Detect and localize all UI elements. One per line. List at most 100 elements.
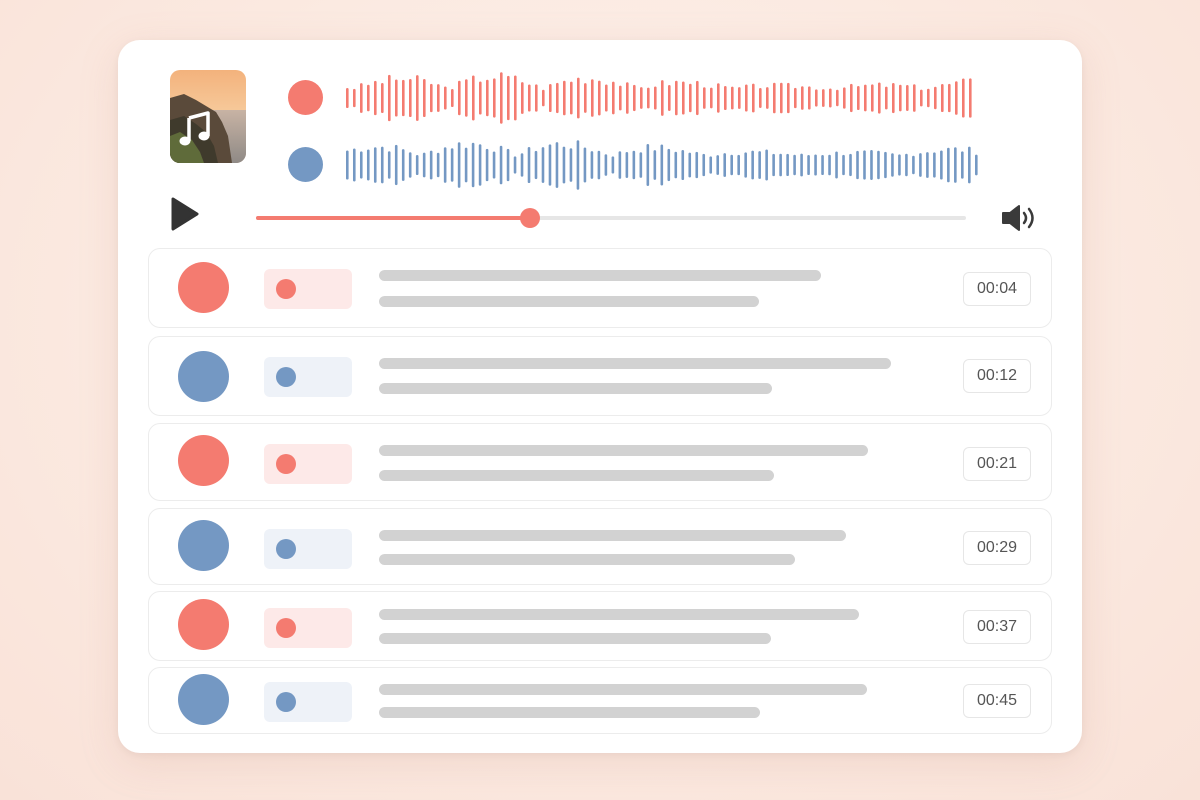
waveform-bar	[962, 78, 965, 118]
waveform-bar	[696, 80, 699, 116]
waveform-bar	[443, 147, 447, 183]
waveform-bar	[430, 83, 433, 113]
waveform-bar	[458, 80, 461, 116]
volume-icon	[1002, 205, 1034, 231]
waveform-bar	[843, 87, 846, 109]
waveform-bar	[429, 150, 433, 180]
speaker-a-waveform	[346, 72, 972, 124]
waveform-bar	[759, 88, 762, 108]
waveform-bar	[822, 89, 825, 107]
speaker-chip[interactable]	[264, 444, 352, 484]
transcript-row[interactable]: 00:29	[148, 508, 1052, 585]
waveform-bar	[562, 146, 566, 184]
waveform-bar	[563, 80, 566, 116]
speaker-chip-dot	[276, 367, 296, 387]
text-placeholder-line	[379, 296, 759, 307]
waveform-bar	[346, 88, 349, 108]
progress-handle[interactable]	[520, 208, 541, 228]
progress-slider[interactable]	[256, 208, 966, 228]
speaker-chip-dot	[276, 279, 296, 299]
waveform-bar	[584, 83, 587, 113]
waveform-bar	[604, 154, 608, 176]
waveform-bar	[444, 86, 447, 110]
timestamp-badge[interactable]: 00:45	[963, 684, 1031, 718]
waveform-bar	[829, 88, 832, 108]
waveform-bar	[835, 151, 838, 179]
waveform-bar	[646, 144, 650, 186]
waveform-bar	[682, 81, 685, 115]
transcript-row[interactable]: 00:04	[148, 248, 1052, 328]
waveform-bar	[975, 154, 978, 176]
waveform-bar	[786, 153, 789, 177]
transcript-row[interactable]: 00:12	[148, 336, 1052, 416]
waveform-bar	[457, 142, 461, 188]
transcript-row[interactable]: 00:37	[148, 591, 1052, 661]
waveform-bar	[695, 151, 699, 179]
waveform-bar	[352, 148, 356, 182]
waveform-bar	[745, 84, 748, 112]
waveform-bar	[507, 75, 510, 121]
speaker-chip-dot	[276, 539, 296, 559]
waveform-bar	[723, 153, 727, 177]
waveform-bar	[367, 84, 370, 112]
waveform-bar	[927, 88, 930, 108]
waveform-bar	[675, 80, 678, 116]
waveform-bar	[892, 82, 895, 114]
speaker-chip[interactable]	[264, 269, 352, 309]
waveform-bar	[353, 88, 356, 108]
waveform-bar	[913, 84, 916, 112]
waveform-bar	[409, 78, 412, 118]
waveform-bar	[542, 89, 545, 107]
waveform-bar	[878, 82, 881, 114]
volume-button[interactable]	[1000, 203, 1040, 233]
progress-fill	[256, 216, 531, 220]
timestamp-badge[interactable]: 00:29	[963, 531, 1031, 565]
waveform-bar	[485, 148, 489, 182]
waveform-bar	[548, 144, 552, 186]
waveform-bar	[807, 154, 810, 176]
timestamp-badge[interactable]: 00:37	[963, 610, 1031, 644]
transcript-row[interactable]: 00:45	[148, 667, 1052, 734]
timestamp-badge[interactable]: 00:12	[963, 359, 1031, 393]
text-placeholder-line	[379, 270, 821, 281]
waveform-bar	[465, 79, 468, 117]
speaker-chip[interactable]	[264, 608, 352, 648]
waveform-bar	[590, 151, 594, 179]
waveform-bar	[857, 85, 860, 111]
waveform-bar	[933, 152, 936, 178]
waveform-bar	[814, 154, 817, 176]
album-cover	[170, 70, 246, 163]
speaker-chip[interactable]	[264, 357, 352, 397]
waveform-bar	[702, 153, 706, 177]
speaker-avatar	[178, 435, 229, 486]
waveform-bar	[640, 87, 643, 109]
waveform-bar	[688, 152, 692, 178]
waveform-bar	[534, 150, 538, 180]
speaker-chip[interactable]	[264, 529, 352, 569]
waveform-bar	[850, 83, 853, 113]
waveform-bar	[521, 82, 524, 114]
waveform-bar	[639, 152, 643, 178]
speaker-a-dot	[288, 80, 323, 115]
speaker-b-dot	[288, 147, 323, 182]
speaker-chip[interactable]	[264, 682, 352, 722]
speaker-avatar	[178, 674, 229, 725]
transcript-row[interactable]: 00:21	[148, 423, 1052, 501]
waveform-bar	[500, 72, 503, 124]
waveform-bar	[654, 86, 657, 110]
waveform-bar	[961, 151, 964, 179]
waveform-bar	[373, 147, 377, 183]
waveform-bar	[381, 82, 384, 114]
waveform-bar	[738, 87, 741, 109]
waveform-bar	[674, 151, 678, 179]
waveform-bar	[947, 147, 950, 183]
music-note-icon	[178, 110, 212, 148]
waveform-bar	[387, 151, 391, 179]
timestamp-badge[interactable]: 00:04	[963, 272, 1031, 306]
play-button[interactable]	[168, 196, 200, 232]
waveform-bar	[632, 150, 636, 180]
waveform-bar	[499, 145, 503, 185]
waveform-bar	[808, 86, 811, 110]
waveform-bar	[793, 154, 796, 176]
timestamp-badge[interactable]: 00:21	[963, 447, 1031, 481]
